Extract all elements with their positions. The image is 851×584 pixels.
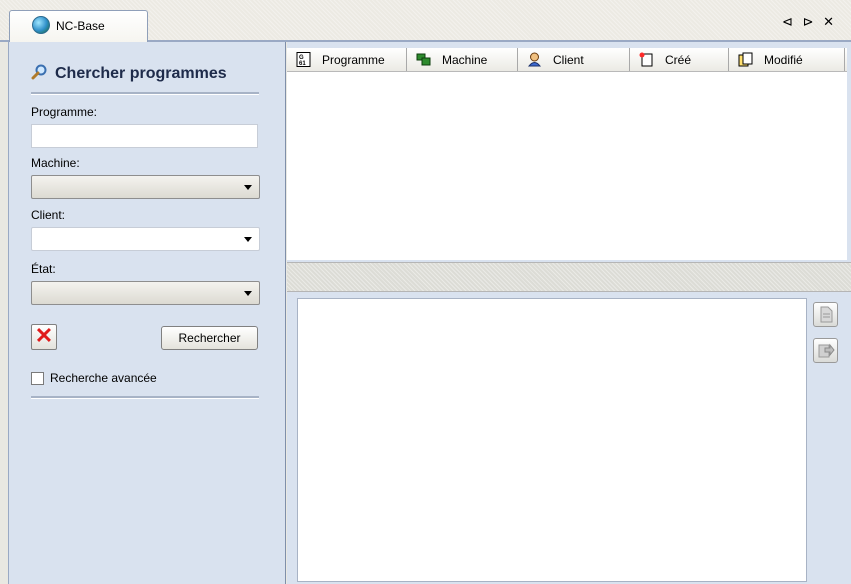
panel-header: Chercher programmes <box>31 62 265 92</box>
tab-nc-base[interactable]: NC-Base <box>9 10 148 42</box>
clear-x-icon: ✕ <box>34 323 54 348</box>
new-document-icon <box>639 52 653 67</box>
magnifier-icon <box>31 64 47 80</box>
tab-label: NC-Base <box>56 19 105 33</box>
etat-dropdown[interactable] <box>31 281 260 305</box>
column-label: Modifié <box>764 53 803 67</box>
svg-text:61: 61 <box>299 61 306 67</box>
programme-input[interactable] <box>31 124 258 148</box>
document-icon <box>820 306 833 323</box>
column-header-cree[interactable]: Créé <box>630 48 729 71</box>
search-panel: Chercher programmes Programme: Machine: … <box>8 42 286 584</box>
etat-label: État: <box>31 262 56 276</box>
modified-document-icon <box>738 52 753 67</box>
machine-label: Machine: <box>31 156 80 170</box>
scroll-left-icon[interactable]: ⊲ <box>782 14 796 29</box>
export-icon <box>818 343 835 358</box>
export-document-button[interactable] <box>813 338 838 363</box>
preview-pane[interactable] <box>297 298 807 582</box>
column-header-machine[interactable]: Machine <box>407 48 518 71</box>
column-label: Machine <box>442 53 488 67</box>
chevron-down-icon <box>244 291 252 296</box>
g61-file-icon: G 61 <box>296 52 311 67</box>
close-icon[interactable]: ✕ <box>823 14 837 29</box>
client-icon <box>527 52 542 67</box>
client-label: Client: <box>31 208 66 222</box>
panel-title: Chercher programmes <box>55 65 227 82</box>
advanced-search-label[interactable]: Recherche avancée <box>50 371 157 385</box>
document-tab-strip: NC-Base ⊲ ⊳ ✕ <box>0 0 851 42</box>
column-header-programme[interactable]: G 61 Programme <box>287 48 407 71</box>
results-grid[interactable] <box>287 72 847 260</box>
programme-label: Programme: <box>31 105 98 119</box>
machine-dropdown[interactable] <box>31 175 260 199</box>
divider <box>31 396 259 399</box>
column-label: Créé <box>665 53 692 67</box>
preview-document-button[interactable] <box>813 302 838 327</box>
column-header-modifie[interactable]: Modifié <box>729 48 845 71</box>
scroll-right-icon[interactable]: ⊳ <box>803 14 817 29</box>
grid-header: G 61 Programme Machine Client Créé Modif… <box>287 48 847 72</box>
search-button[interactable]: Rechercher <box>161 326 258 350</box>
client-dropdown[interactable] <box>31 227 260 251</box>
globe-icon <box>32 16 50 34</box>
column-label: Programme <box>322 53 385 67</box>
column-label: Client <box>553 53 584 67</box>
clear-button[interactable]: ✕ <box>31 324 57 350</box>
chevron-down-icon <box>244 237 252 242</box>
column-header-client[interactable]: Client <box>518 48 630 71</box>
advanced-search-checkbox[interactable] <box>31 372 44 385</box>
results-area: G 61 Programme Machine Client Créé Modif… <box>287 42 851 584</box>
window-controls: ⊲ ⊳ ✕ <box>782 14 837 30</box>
splitter-bar[interactable] <box>287 262 851 292</box>
machine-icon <box>416 53 431 66</box>
chevron-down-icon <box>244 185 252 190</box>
divider <box>31 92 259 95</box>
